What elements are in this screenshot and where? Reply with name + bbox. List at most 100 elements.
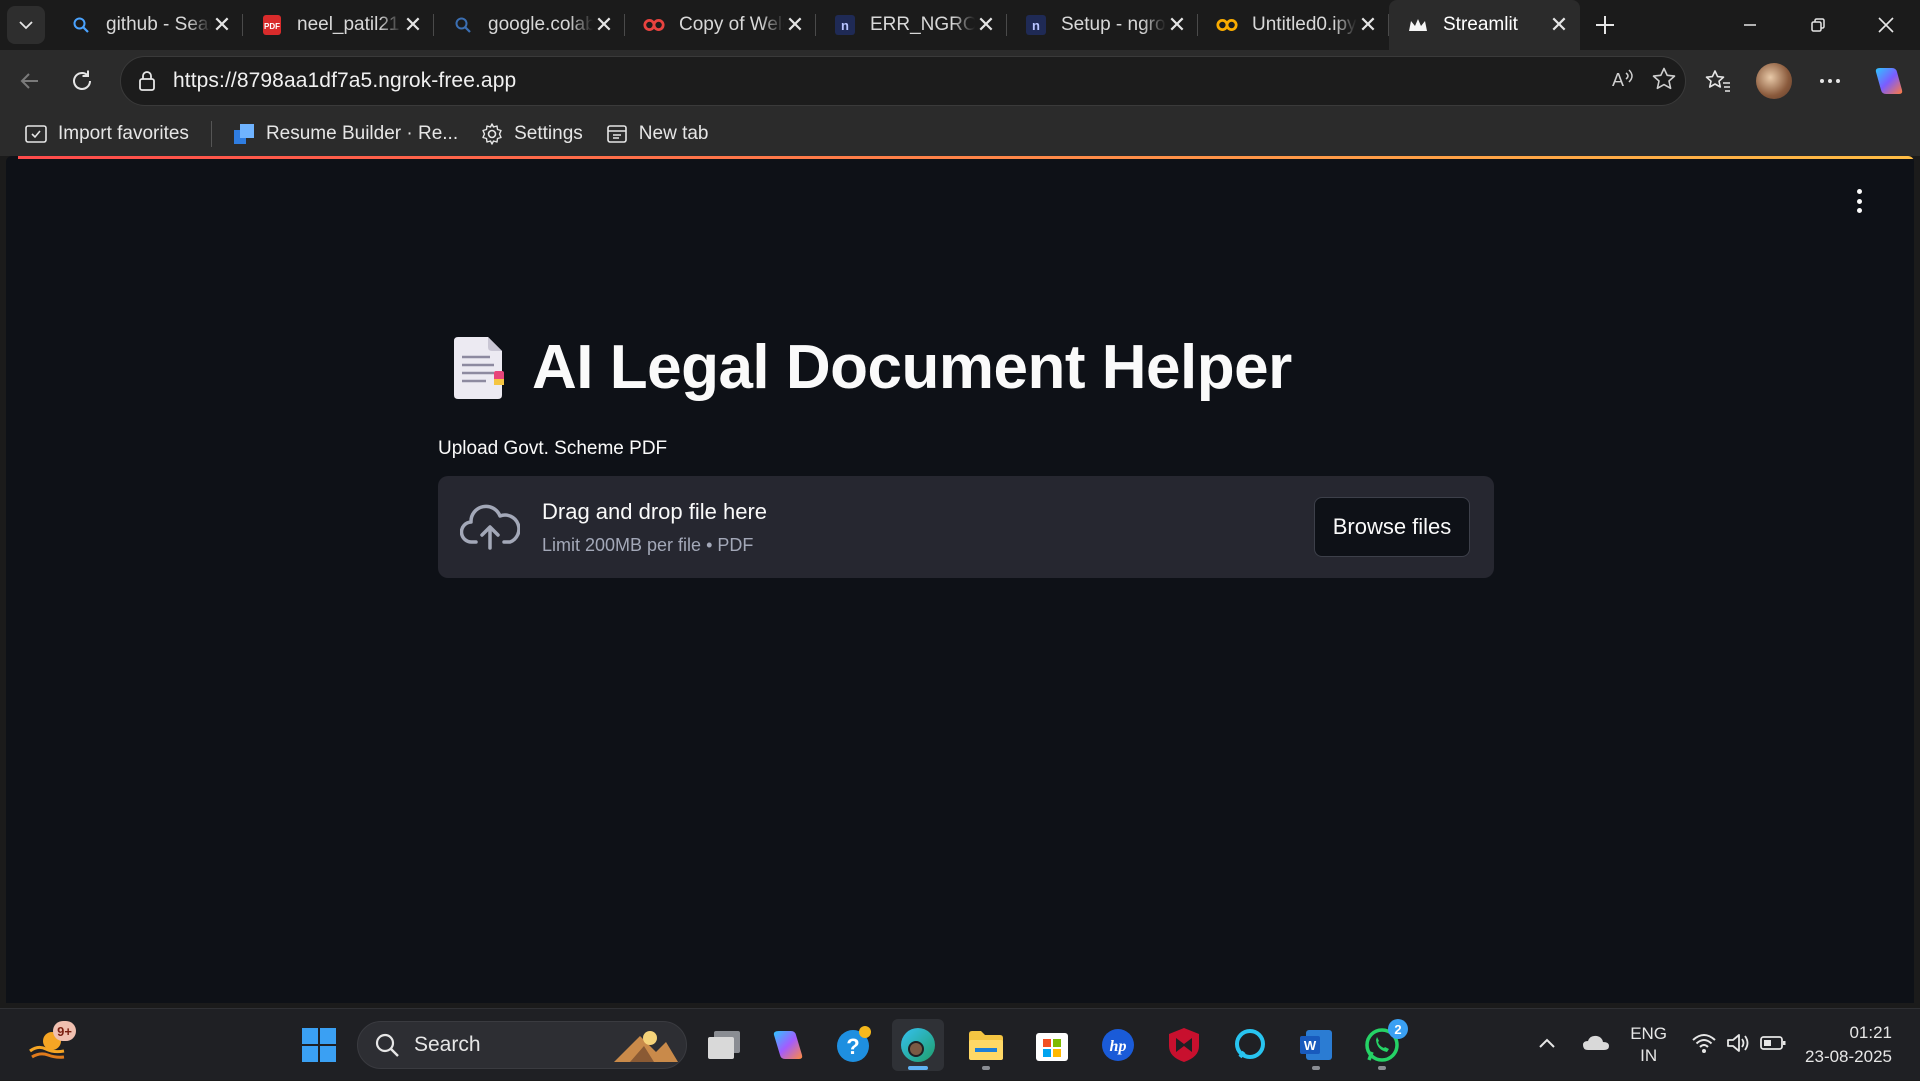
close-window-button[interactable]	[1852, 0, 1920, 50]
tab-untitled0[interactable]: Untitled0.ipynb ✕	[1198, 0, 1389, 50]
new-tab-button[interactable]	[1580, 0, 1630, 50]
alexa-button[interactable]	[1224, 1019, 1276, 1071]
file-explorer-button[interactable]	[960, 1019, 1012, 1071]
refresh-icon	[73, 70, 91, 90]
arrow-left-icon	[20, 73, 38, 89]
svg-text:n: n	[1032, 18, 1040, 33]
favorite-import[interactable]: Import favorites	[16, 116, 197, 152]
mcafee-shield-icon	[1169, 1028, 1199, 1062]
chevron-up-icon[interactable]	[1538, 1036, 1556, 1054]
tab-setup-ngrok[interactable]: n Setup - ngrok ✕	[1007, 0, 1198, 50]
close-icon[interactable]: ✕	[402, 12, 424, 37]
close-icon[interactable]: ✕	[1357, 12, 1379, 37]
tab-title: Copy of Welcome	[679, 14, 784, 35]
search-placeholder: Search	[414, 1033, 481, 1056]
wifi-icon[interactable]	[1691, 1032, 1717, 1059]
hp-app-button[interactable]: hp	[1092, 1019, 1144, 1071]
volume-icon[interactable]	[1725, 1032, 1751, 1059]
tab-title: google.colab	[488, 14, 593, 35]
taskbar-search[interactable]: Search	[357, 1021, 687, 1069]
windows-logo-icon	[302, 1028, 336, 1062]
clock[interactable]: 01:21 23-08-2025	[1805, 1021, 1892, 1069]
tab-actions-menu[interactable]	[0, 0, 52, 50]
minimize-button[interactable]	[1716, 0, 1784, 50]
url-text[interactable]: https://8798aa1df7a5.ngrok-free.app	[173, 69, 516, 93]
whatsapp-badge: 2	[1388, 1019, 1408, 1039]
favorite-star-icon[interactable]	[1651, 66, 1677, 97]
more-horizontal-icon	[1820, 79, 1840, 83]
close-icon[interactable]: ✕	[593, 12, 615, 37]
favorites-button[interactable]	[1690, 50, 1746, 112]
favorite-label: Settings	[514, 123, 583, 144]
copilot-button[interactable]	[1858, 50, 1920, 112]
browse-files-button[interactable]: Browse files	[1314, 497, 1470, 557]
start-button[interactable]	[293, 1019, 345, 1071]
plus-icon	[1596, 16, 1614, 34]
read-aloud-icon[interactable]: A	[1611, 67, 1637, 96]
favorite-new-tab[interactable]: New tab	[597, 116, 717, 152]
bing-search-icon	[452, 14, 474, 36]
battery-icon[interactable]	[1759, 1034, 1787, 1057]
close-icon[interactable]: ✕	[1548, 12, 1570, 37]
onedrive-cloud-icon[interactable]	[1582, 1034, 1610, 1057]
tab-err-ngrok[interactable]: n ERR_NGROK ✕	[816, 0, 1007, 50]
refresh-button[interactable]	[56, 55, 108, 107]
dropzone-title: Drag and drop file here	[542, 498, 768, 524]
favorite-resume-builder[interactable]: Resume Builder · Re...	[224, 116, 466, 152]
close-icon[interactable]: ✕	[784, 12, 806, 37]
mcafee-button[interactable]	[1158, 1019, 1210, 1071]
microsoft-store-button[interactable]	[1026, 1019, 1078, 1071]
language-region: IN	[1640, 1046, 1658, 1065]
ngrok-icon: n	[1025, 14, 1047, 36]
favorite-settings[interactable]: Settings	[472, 116, 591, 152]
tab-github-search[interactable]: github - Search ✕	[52, 0, 243, 50]
dropzone-limit: Limit 200MB per file • PDF	[542, 534, 754, 555]
close-icon[interactable]: ✕	[211, 12, 233, 37]
lock-icon[interactable]	[137, 70, 157, 92]
word-button[interactable]: W	[1290, 1019, 1342, 1071]
system-tray: ENG IN 01:21 23-08-2025	[1538, 1009, 1920, 1081]
page-title: AI Legal Document Helper	[450, 332, 1292, 403]
get-help-button[interactable]: ?	[828, 1019, 880, 1071]
tab-google-colab[interactable]: google.colab ✕	[434, 0, 625, 50]
avatar	[1756, 63, 1792, 99]
clock-time: 01:21	[1849, 1023, 1892, 1042]
tab-pdf[interactable]: PDF neel_patil21.pdf ✕	[243, 0, 434, 50]
tab-copy-of-welcome[interactable]: Copy of Welcome ✕	[625, 0, 816, 50]
gear-icon	[480, 122, 504, 146]
app-menu-button[interactable]	[1848, 186, 1870, 216]
copilot-icon	[1875, 68, 1903, 94]
tab-streamlit[interactable]: Streamlit ✕	[1389, 0, 1580, 50]
close-icon[interactable]: ✕	[975, 12, 997, 37]
whatsapp-button[interactable]: 2	[1356, 1019, 1408, 1071]
back-button[interactable]	[4, 55, 56, 107]
widgets-badge: 9+	[53, 1021, 76, 1041]
tab-title: ERR_NGROK	[870, 14, 975, 35]
input-language[interactable]: ENG IN	[1630, 1023, 1667, 1067]
pdf-icon: PDF	[261, 14, 283, 36]
more-vertical-icon	[1856, 189, 1862, 194]
toolbar-actions	[1690, 50, 1920, 112]
task-view-button[interactable]	[698, 1019, 750, 1071]
dropzone-instructions: Drag and drop file here Limit 200MB per …	[542, 499, 767, 556]
profile-button[interactable]	[1746, 50, 1802, 112]
clock-date: 23-08-2025	[1805, 1047, 1892, 1066]
window-controls	[1716, 0, 1920, 50]
more-options-button[interactable]	[1802, 50, 1858, 112]
svg-text:A: A	[1612, 70, 1624, 90]
tab-title: neel_patil21.pdf	[297, 14, 402, 35]
address-bar[interactable]: https://8798aa1df7a5.ngrok-free.app A	[120, 56, 1686, 106]
svg-text:hp: hp	[1110, 1038, 1127, 1055]
resume-builder-icon	[232, 122, 256, 146]
copilot-taskbar-button[interactable]	[762, 1019, 814, 1071]
import-icon	[24, 122, 48, 146]
tab-title: Setup - ngrok	[1061, 14, 1166, 35]
word-icon: W	[1300, 1030, 1332, 1060]
edge-taskbar-button[interactable]	[892, 1019, 944, 1071]
widgets-button[interactable]: 9+	[22, 1019, 76, 1071]
file-dropzone[interactable]: Drag and drop file here Limit 200MB per …	[438, 476, 1494, 578]
restore-button[interactable]	[1784, 0, 1852, 50]
tab-title: github - Search	[106, 14, 211, 35]
close-icon[interactable]: ✕	[1166, 12, 1188, 37]
favorites-bar: Import favorites Resume Builder · Re... …	[0, 112, 1920, 156]
